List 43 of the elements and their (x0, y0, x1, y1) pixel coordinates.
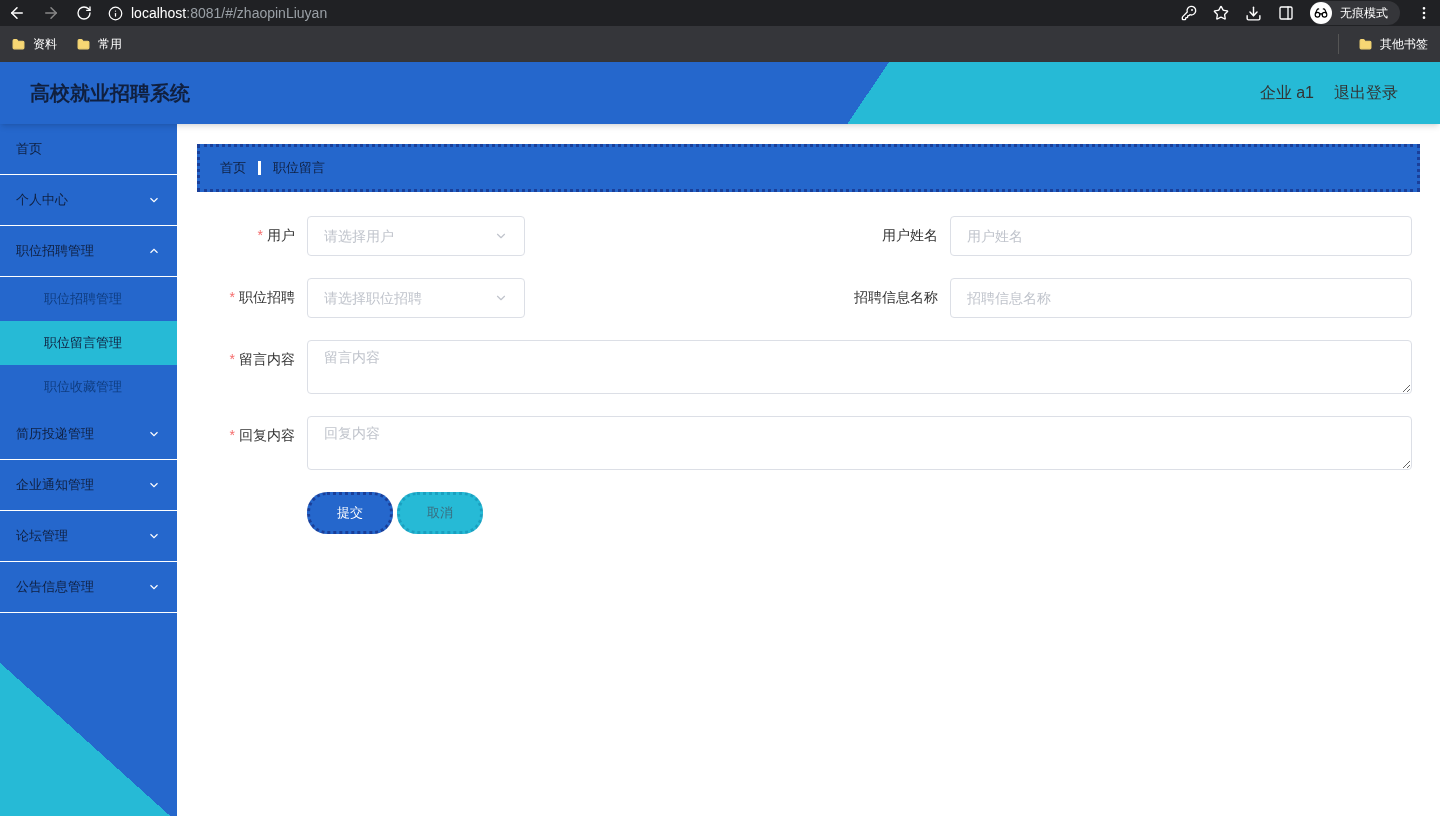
select-placeholder: 请选择用户 (324, 227, 394, 246)
field-label: 留言内容 (239, 350, 295, 369)
field-label: 回复内容 (239, 426, 295, 445)
folder-icon (12, 37, 25, 51)
folder-icon (1359, 37, 1372, 51)
select-field[interactable]: 请选择用户 (307, 216, 525, 256)
side-panel-icon[interactable] (1278, 5, 1294, 21)
key-icon[interactable] (1181, 5, 1197, 21)
textarea-field[interactable]: 留言内容 (307, 340, 1412, 394)
bookmark[interactable]: 资料 (12, 36, 57, 52)
cancel-button[interactable]: 取消 (397, 492, 483, 534)
input-field[interactable]: 招聘信息名称 (949, 278, 1412, 318)
folder-icon (77, 37, 90, 51)
app-title: 高校就业招聘系统 (30, 81, 190, 106)
input-field[interactable]: 用户姓名 (949, 216, 1412, 256)
star-icon[interactable] (1213, 5, 1229, 21)
sidebar-subitem[interactable]: 职位留言管理 (0, 321, 177, 365)
field-label: 用户姓名 (881, 226, 938, 245)
breadcrumb-item[interactable]: 职位留言 (273, 158, 325, 178)
required-mark: * (229, 350, 235, 369)
breadcrumb-item[interactable]: 首页 (220, 158, 246, 178)
field-label: 职位招聘 (239, 288, 295, 307)
incognito-icon (1310, 2, 1332, 24)
profile-label: 无痕模式 (1340, 5, 1388, 21)
required-mark: * (257, 226, 263, 245)
required-mark: * (229, 426, 235, 445)
reload-icon[interactable] (76, 5, 92, 21)
field-label: 用户 (267, 226, 295, 245)
download-icon[interactable] (1245, 4, 1262, 22)
user-name: 企业 a1 (1259, 83, 1314, 103)
required-mark: * (229, 288, 235, 307)
select-field[interactable]: 请选择职位招聘 (307, 278, 525, 318)
back-icon[interactable] (8, 4, 26, 22)
url-text: localhost:8081/#/zhaopinLiuyan (131, 4, 328, 23)
select-placeholder: 请选择职位招聘 (324, 289, 422, 308)
bookmark[interactable]: 其他书签 (1359, 36, 1428, 52)
profile-chip[interactable]: 无痕模式 (1310, 1, 1400, 25)
submit-button[interactable]: 提交 (307, 492, 393, 534)
bookmark[interactable]: 常用 (77, 36, 122, 52)
logout-link[interactable]: 退出登录 (1334, 81, 1398, 105)
field-label: 招聘信息名称 (853, 288, 938, 307)
info-icon (108, 5, 123, 21)
forward-icon[interactable] (42, 4, 60, 22)
